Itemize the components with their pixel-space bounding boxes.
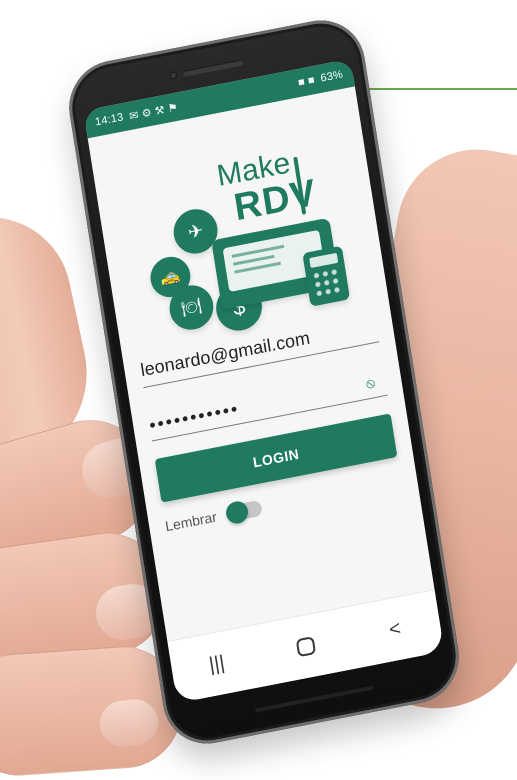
- email-value: leonardo@gmail.com: [139, 327, 312, 381]
- calculator-icon: [302, 245, 351, 307]
- front-camera-icon: [168, 70, 179, 81]
- login-content: Make RDV ✈ 🚕 🍽 $ leonardo@gmail.com ••••…: [88, 86, 435, 642]
- recent-apps-button[interactable]: |||: [184, 639, 249, 690]
- calculator-screen: [309, 252, 339, 269]
- chin-highlight: [254, 685, 374, 713]
- remember-label: Lembrar: [164, 508, 218, 535]
- recent-apps-icon: |||: [207, 651, 227, 676]
- remember-toggle-knob: [224, 499, 250, 526]
- remember-toggle[interactable]: [224, 499, 264, 526]
- battery-percent: 63%: [319, 68, 344, 85]
- back-icon: <: [387, 616, 403, 641]
- app-logo: Make RDV ✈ 🚕 🍽 $: [120, 137, 360, 335]
- notification-icons: ✉ ⚙ ⚒ ⚑: [128, 101, 179, 123]
- earpiece-speaker: [182, 59, 245, 77]
- home-button[interactable]: [273, 621, 338, 672]
- signal-icons: ■ ■: [297, 74, 316, 90]
- home-icon: [295, 636, 317, 658]
- calculator-keys: [311, 266, 344, 300]
- status-right: ■ ■ 63%: [297, 69, 344, 90]
- status-time: 14:13: [94, 111, 125, 129]
- login-form: leonardo@gmail.com ••••••••••• ⦸ LOGIN L…: [137, 306, 403, 535]
- eye-off-icon[interactable]: ⦸: [359, 374, 383, 392]
- back-button[interactable]: <: [362, 604, 427, 655]
- password-value: •••••••••••: [147, 398, 241, 436]
